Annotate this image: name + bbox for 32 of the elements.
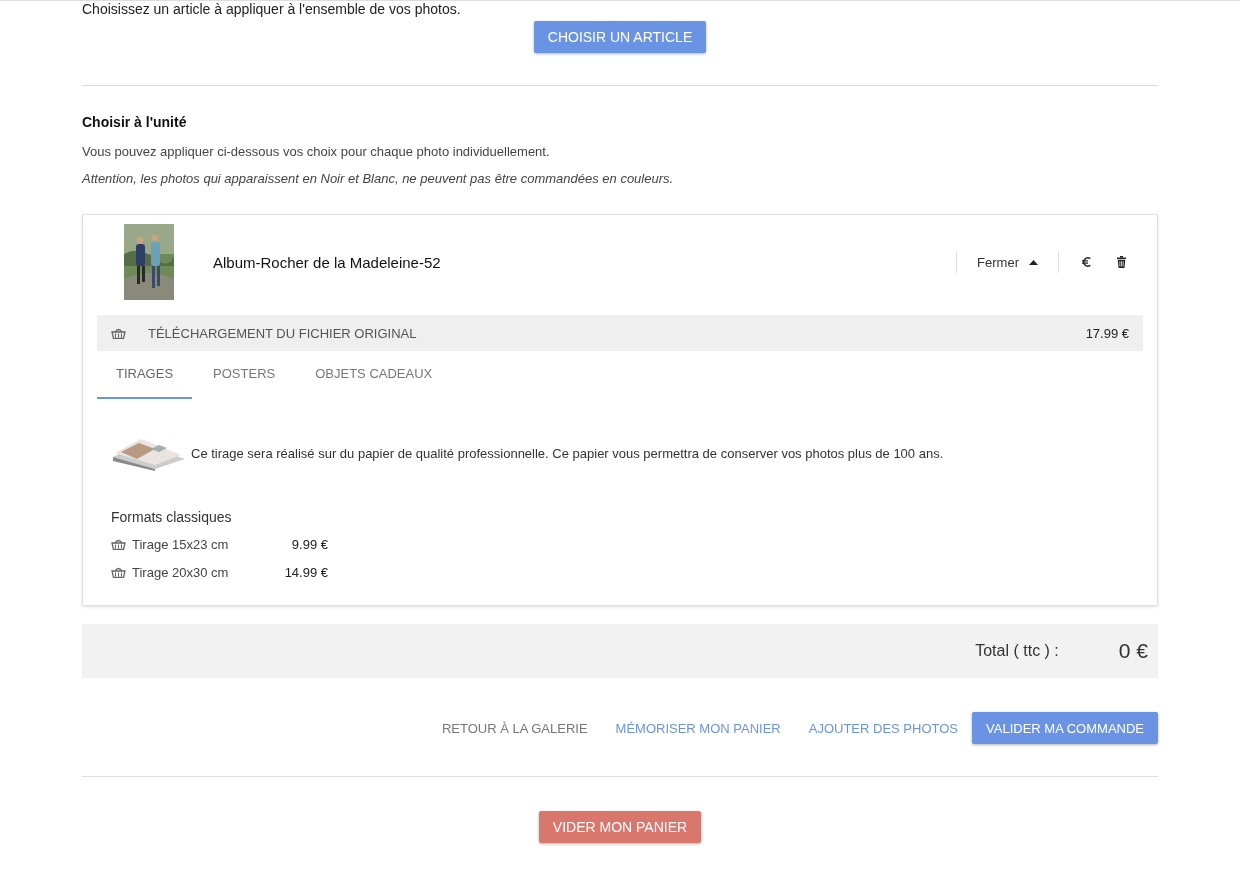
action-link[interactable]: AJOUTER DES PHOTOS [794,712,973,744]
formats-title: Formats classiques [111,509,233,525]
description-text: Ce tirage sera réalisé sur du papier de qualité professionnelle. Ce papier vous permettra de conserver vos photos plus de 100 ans. [191,445,944,461]
total-label: Total ( ttc ) : [975,642,1059,660]
trash-icon [1114,256,1129,268]
empty-cart-button[interactable]: VIDER MON PANIER [538,811,702,843]
download-row[interactable]: TÉLÉCHARGEMENT DU FICHIER ORIGINAL 17.99 € [97,315,1143,351]
tab[interactable]: OBJETS CADEAUX [296,353,452,399]
format-price: 14.99 € [283,564,328,580]
caret-icon [1029,259,1038,265]
validate-button[interactable]: VALIDER MA COMMANDE [972,712,1158,744]
warning-text: Attention, les photos qui apparaissent en Noir et Blanc, ne peuvent pas être commandées en couleurs. [82,171,675,186]
choose-article-button[interactable]: CHOISIR UN ARTICLE [533,21,707,53]
tab[interactable]: POSTERS [194,353,295,399]
price-text: 17.99 € [1085,325,1129,341]
close-toggle[interactable]: Fermer [957,254,1058,270]
section-title: Choisir à l'unité [82,114,188,130]
tab[interactable]: TIRAGES [97,353,193,399]
format-name: Tirage 15x23 cm [132,536,230,552]
action-link[interactable]: MÉMORISER MON PANIER [601,712,795,744]
format-name: Tirage 20x30 cm [132,564,230,580]
format-price: 9.99 € [290,536,328,552]
basket-icon[interactable] [111,566,126,578]
intro-text: Choisissez un article à appliquer à l'ensemble de vos photos. [82,1,462,17]
total-value: 0 € [1118,639,1148,663]
description-text: Vous pouvez appliquer ci-dessous vos choix pour chaque photo individuellement. [82,144,551,159]
photo-title: Album-Rocher de la Madeleine-52 [213,253,442,271]
basket-icon[interactable] [111,538,126,550]
delete-button[interactable] [1114,256,1129,268]
download-label: TÉLÉCHARGEMENT DU FICHIER ORIGINAL [148,325,418,341]
back-link[interactable]: RETOUR À LA GALERIE [427,712,602,744]
basket-icon [111,327,126,339]
